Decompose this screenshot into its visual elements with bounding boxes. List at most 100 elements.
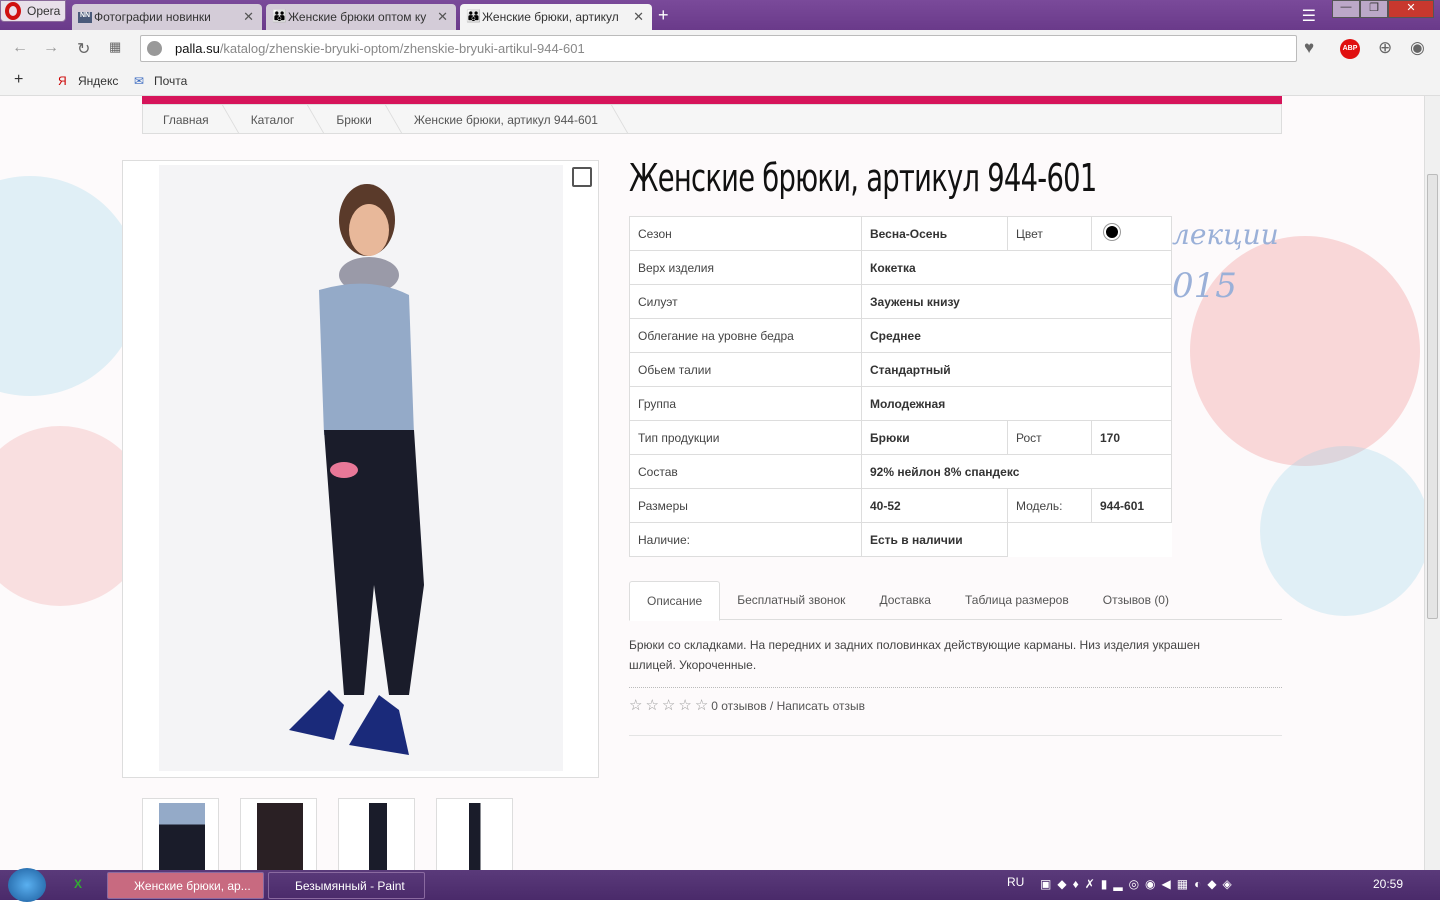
thumbnail-image bbox=[355, 803, 401, 870]
taskbar-opera[interactable]: Женские брюки, ар... bbox=[107, 872, 264, 899]
download-icon[interactable]: ⊕ bbox=[1378, 38, 1392, 58]
product-photo[interactable] bbox=[159, 165, 563, 771]
thumbnail[interactable] bbox=[142, 798, 219, 870]
spec-value: Молодежная bbox=[861, 386, 1172, 421]
tab-label: Женские брюки оптом ку bbox=[288, 10, 427, 24]
back-icon[interactable]: ← bbox=[12, 39, 28, 57]
close-tab-icon[interactable]: ✕ bbox=[633, 9, 644, 25]
thumbnail[interactable] bbox=[436, 798, 513, 870]
scrollbar-thumb[interactable] bbox=[1427, 174, 1438, 619]
spec-label: Обьем талии bbox=[629, 352, 862, 387]
tab-reviews[interactable]: Отзывов (0) bbox=[1086, 581, 1186, 619]
bookmark-mail[interactable]: Почта bbox=[154, 74, 187, 88]
thumbnail[interactable] bbox=[338, 798, 415, 870]
opera-logo-icon bbox=[5, 2, 21, 20]
tab-free-call[interactable]: Бесплатный звонок bbox=[720, 581, 862, 619]
close-tab-icon[interactable]: ✕ bbox=[243, 9, 254, 25]
divider bbox=[629, 735, 1282, 736]
watermark-text: 015 bbox=[1172, 266, 1237, 306]
maximize-button[interactable]: ❐ bbox=[1360, 0, 1388, 18]
opera-menu-button[interactable]: Opera bbox=[0, 0, 66, 22]
windows-taskbar: X Женские брюки, ар... Безымянный - Pain… bbox=[0, 868, 1440, 902]
spec-label: Облегание на уровне бедра bbox=[629, 318, 862, 353]
thumbnail-image bbox=[257, 803, 303, 870]
product-description: Брюки со складками. На передних и задних… bbox=[629, 638, 1201, 672]
tray-icons[interactable]: ▣◆♦✗▮▂◎◉◀▦◐◆◈ bbox=[1040, 877, 1238, 891]
product-image-box bbox=[122, 160, 599, 778]
account-icon[interactable]: ◉ bbox=[1410, 38, 1425, 58]
bookmark-yandex[interactable]: Яндекс bbox=[78, 74, 118, 88]
product-tabs: Описание Бесплатный звонок Доставка Табл… bbox=[629, 581, 1282, 621]
tab-photos[interactable]: NN Фотографии новинки ✕ bbox=[72, 4, 262, 30]
tab-current[interactable]: 👪 Женские брюки, артикул ✕ bbox=[460, 4, 652, 30]
start-button[interactable] bbox=[8, 868, 46, 902]
minimize-button[interactable]: — bbox=[1332, 0, 1360, 18]
address-bar[interactable]: palla.su/katalog/zhenskie-bryuki-optom/z… bbox=[140, 35, 1297, 62]
thumbnail-image bbox=[453, 803, 499, 870]
spec-label: Сезон bbox=[629, 216, 862, 251]
table-row: Тип продукции Брюки Рост 170 bbox=[629, 420, 1172, 455]
tab-menu-icon[interactable]: ☰ bbox=[1302, 6, 1316, 26]
thumbnail[interactable] bbox=[240, 798, 317, 870]
clock[interactable]: 20:59 bbox=[1373, 877, 1403, 891]
excel-icon[interactable]: X bbox=[74, 877, 82, 891]
site-favicon-icon: 👪 bbox=[466, 9, 481, 23]
tab-label: Фотографии новинки bbox=[94, 10, 211, 24]
tab-delivery[interactable]: Доставка bbox=[862, 581, 948, 619]
add-bookmark-icon[interactable]: + bbox=[14, 71, 23, 89]
star-icon: ☆ bbox=[629, 697, 643, 714]
table-row: Сезон Весна-Осень Цвет bbox=[629, 216, 1172, 251]
header-bar bbox=[142, 96, 1282, 104]
rating: ☆ ☆ ☆ ☆ ☆ 0 отзывов / Написать отзыв bbox=[629, 696, 865, 714]
spec-label: Верх изделия bbox=[629, 250, 862, 285]
tab-size-table[interactable]: Таблица размеров bbox=[948, 581, 1086, 619]
close-tab-icon[interactable]: ✕ bbox=[437, 9, 448, 25]
spec-value: Среднее bbox=[861, 318, 1172, 353]
spec-label: Размеры bbox=[629, 488, 862, 523]
spec-value: 944-601 bbox=[1091, 488, 1172, 523]
site-favicon-icon: 👪 bbox=[272, 9, 287, 23]
yandex-icon: Я bbox=[58, 74, 67, 88]
spec-value: Есть в наличии bbox=[861, 522, 1008, 557]
spec-table: Сезон Весна-Осень Цвет Верх изделия Кокетка… bbox=[629, 216, 1172, 557]
spec-value: 170 bbox=[1091, 420, 1172, 455]
spec-value: 92% нейлон 8% спандекс bbox=[861, 454, 1172, 489]
close-window-button[interactable]: ✕ bbox=[1388, 0, 1434, 18]
spec-label: Цвет bbox=[1007, 216, 1092, 251]
taskbar-label: Женские брюки, ар... bbox=[134, 879, 251, 893]
speed-dial-icon[interactable]: ▦ bbox=[109, 39, 121, 55]
adblock-icon[interactable]: ABP bbox=[1340, 39, 1360, 59]
breadcrumb-trousers[interactable]: Брюки bbox=[316, 105, 394, 133]
spec-label: Модель: bbox=[1007, 488, 1092, 523]
star-icon: ☆ bbox=[645, 697, 659, 714]
tab-description[interactable]: Описание bbox=[629, 581, 721, 621]
spec-value: Заужены книзу bbox=[861, 284, 1172, 319]
table-row: Наличие: Есть в наличии bbox=[629, 522, 1172, 557]
color-swatch[interactable] bbox=[1104, 224, 1120, 240]
taskbar-paint[interactable]: Безымянный - Paint bbox=[268, 872, 425, 899]
heart-icon[interactable]: ♥ bbox=[1304, 38, 1314, 58]
table-row: Состав 92% нейлон 8% спандекс bbox=[629, 454, 1172, 489]
spec-label: Наличие: bbox=[629, 522, 862, 557]
watermark-text: лекции bbox=[1172, 218, 1279, 251]
star-icon: ☆ bbox=[678, 697, 692, 714]
mail-icon: ✉ bbox=[134, 74, 145, 88]
breadcrumb-current: Женские брюки, артикул 944-601 bbox=[394, 105, 620, 133]
reload-icon[interactable]: ↻ bbox=[77, 39, 90, 59]
tab-bryuki-optom[interactable]: 👪 Женские брюки оптом ку ✕ bbox=[266, 4, 456, 30]
decor-flower bbox=[1260, 446, 1424, 616]
save-icon[interactable] bbox=[572, 167, 592, 187]
decor-flower bbox=[0, 176, 140, 396]
write-review-link[interactable]: 0 отзывов / Написать отзыв bbox=[711, 699, 865, 713]
bookmarks-bar: + Я Яндекс ✉ Почта bbox=[0, 68, 1440, 96]
breadcrumb-catalog[interactable]: Каталог bbox=[231, 105, 317, 133]
forward-icon[interactable]: → bbox=[43, 39, 59, 57]
new-tab-button[interactable]: + bbox=[658, 5, 669, 26]
star-icon: ☆ bbox=[694, 697, 709, 714]
breadcrumb-home[interactable]: Главная bbox=[143, 105, 231, 133]
site-info-icon[interactable] bbox=[147, 41, 162, 56]
language-indicator[interactable]: RU bbox=[1007, 875, 1024, 889]
thumbnail-image bbox=[159, 803, 205, 870]
page-scrollbar[interactable] bbox=[1424, 96, 1440, 870]
spec-value: Стандартный bbox=[861, 352, 1172, 387]
